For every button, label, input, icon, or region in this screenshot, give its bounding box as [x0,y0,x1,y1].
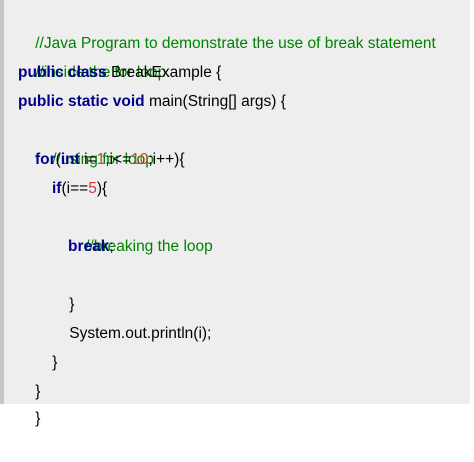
method-signature: main(String[] args) { [144,93,286,110]
keyword-break: break [68,238,110,255]
code-line-12: } [4,319,57,371]
number-literal: 5 [88,180,97,197]
code-line-11: System.out.println(i); [4,290,211,342]
code-line-13: } [4,348,40,400]
keyword-for: for [35,151,56,168]
keyword-int: int [60,151,80,168]
keyword-void: void [112,93,145,110]
code-line-6: for(int i=1;i<=10;i++){ [4,145,185,174]
code-block: //Java Program to demonstrate the use of… [0,0,470,427]
keyword-class: class [67,64,107,81]
code-line-14: } [4,375,40,427]
code-line-9: break; [4,232,114,261]
closing-brace: } [52,354,58,371]
code-line-10: } [4,261,74,313]
code-line-5: //using for loop [4,116,154,168]
code-text: ; [109,238,114,255]
keyword-public: public [18,93,64,110]
print-statement: System.out.println(i); [69,325,212,342]
closing-brace: } [35,410,41,427]
code-line-4: public static void main(String[] args) { [4,87,286,116]
code-text: i= [79,151,97,168]
class-declaration: BreakExample { [106,64,222,81]
number-literal: 1 [96,151,106,168]
code-text: (i== [61,180,89,197]
code-text: ;i++){ [148,151,185,168]
keyword-public: public [18,64,64,81]
code-line-8: //breaking the loop [4,203,213,255]
code-line-1: //Java Program to demonstrate the use of… [4,0,436,52]
code-line-3: public class BreakExample { [4,58,221,87]
code-line-2: //inside the for loop. [4,29,170,81]
number-literal: 10 [131,151,149,168]
code-text: ;i<= [105,151,132,168]
keyword-static: static [67,93,109,110]
code-line-7: if(i==5){ [4,174,107,203]
code-text: ){ [96,180,108,197]
